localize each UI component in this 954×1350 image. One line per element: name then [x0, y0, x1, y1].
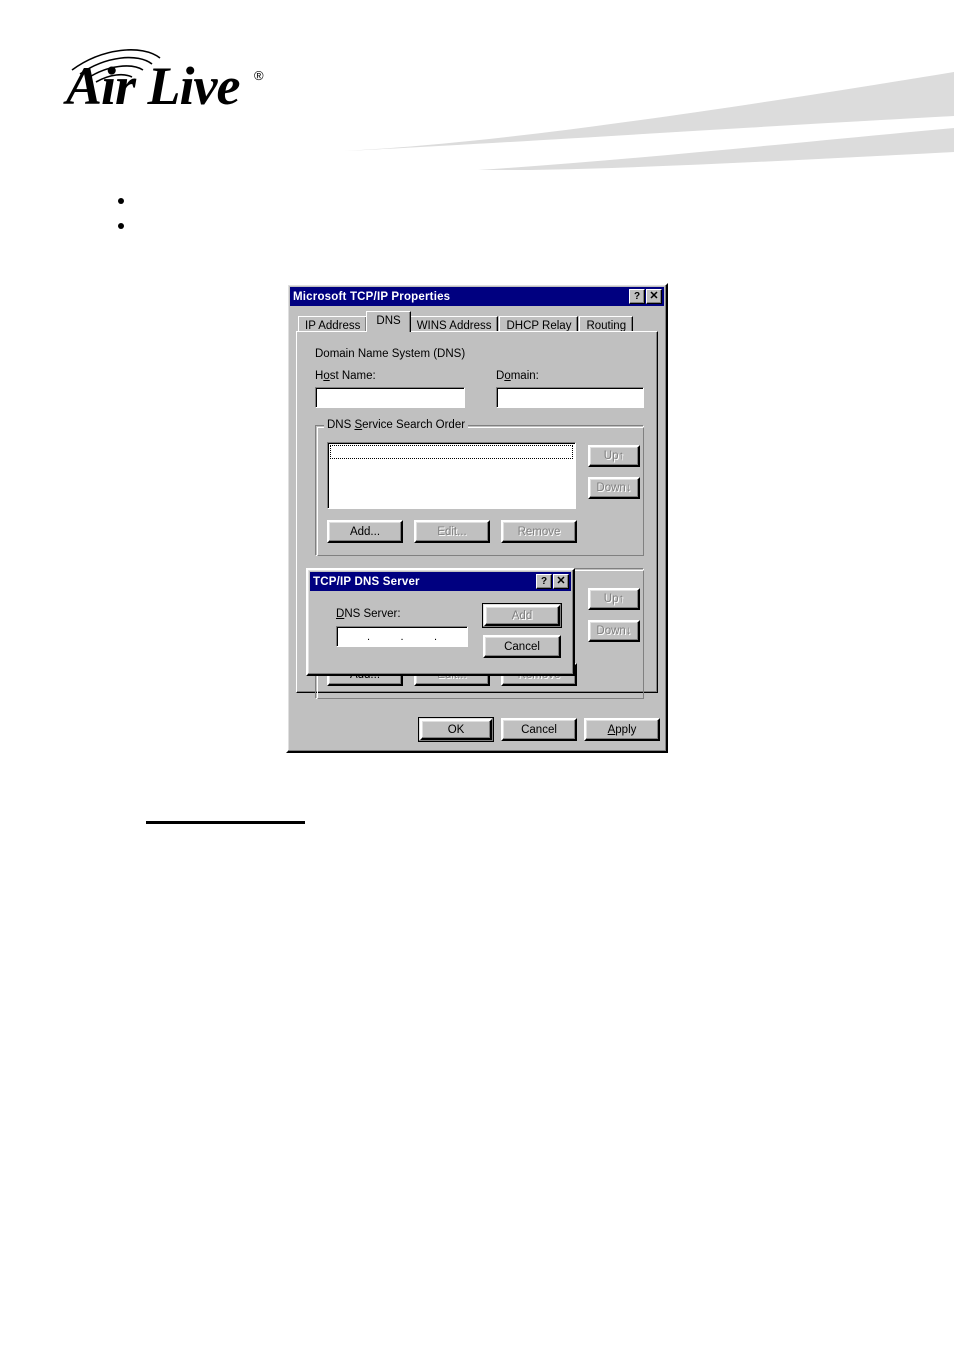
host-name-input[interactable]: [315, 387, 465, 408]
tcpip-dns-server-modal: TCP/IP DNS Server ? ✕ DNS Server: . . . …: [306, 568, 575, 676]
bullet-icon: [118, 222, 124, 229]
add-button-label: Add...: [349, 525, 381, 538]
list-item: [118, 213, 518, 238]
help-icon[interactable]: ?: [629, 289, 645, 304]
search-order-down-button-secondary[interactable]: Down↓: [588, 620, 640, 642]
search-order-edit-button[interactable]: Edit...: [414, 520, 490, 543]
dns-server-ip-input[interactable]: . . .: [336, 626, 468, 647]
section-underline-rule: [146, 821, 305, 824]
svg-text:®: ®: [254, 68, 264, 83]
search-order-add-button[interactable]: Add...: [327, 520, 403, 543]
cancel-button[interactable]: Cancel: [501, 718, 577, 741]
up-button-label: Up↑: [603, 450, 625, 462]
dns-server-label: DNS Server:: [336, 608, 401, 620]
remove-button-label: Remove: [517, 525, 561, 538]
list-item[interactable]: [330, 445, 573, 459]
close-icon[interactable]: ✕: [646, 289, 662, 304]
svg-text:Air Live: Air Live: [63, 56, 239, 114]
apply-button[interactable]: Apply: [584, 718, 660, 741]
tab-label: DHCP Relay: [506, 319, 572, 332]
ok-button-label: OK: [447, 723, 465, 736]
dialog-titlebar: Microsoft TCP/IP Properties ? ✕: [290, 287, 664, 306]
ip-octet-4[interactable]: [438, 627, 468, 646]
modal-cancel-button[interactable]: Cancel: [483, 635, 561, 658]
modal-add-button-label: Add: [511, 609, 533, 622]
help-icon[interactable]: ?: [536, 574, 552, 589]
domain-label: Domain:: [496, 370, 539, 382]
bullet-icon: [118, 197, 124, 204]
ok-button[interactable]: OK: [418, 717, 494, 742]
header-swoosh-graphic: [344, 72, 954, 170]
ip-octet-1[interactable]: [337, 627, 367, 646]
cancel-button-label: Cancel: [521, 723, 557, 736]
tab-dns[interactable]: DNS: [366, 311, 411, 332]
modal-title: TCP/IP DNS Server: [313, 575, 420, 588]
modal-add-button[interactable]: Add: [482, 603, 562, 628]
search-order-up-button-secondary[interactable]: Up↑: [588, 588, 640, 610]
modal-cancel-button-label: Cancel: [504, 640, 540, 653]
section-title: Domain Name System (DNS): [315, 348, 466, 360]
search-order-remove-button[interactable]: Remove: [501, 520, 577, 543]
tab-label: DNS: [376, 315, 401, 327]
apply-button-label: Apply: [607, 723, 637, 736]
edit-button-label: Edit...: [437, 525, 467, 538]
up-button-label: Up↑: [603, 593, 625, 605]
tab-label: Routing: [586, 319, 627, 332]
modal-titlebar: TCP/IP DNS Server ? ✕: [310, 572, 571, 591]
host-name-label: Host Name:: [315, 370, 376, 382]
list-item: [118, 188, 518, 213]
dns-search-order-group-title: DNS Service Search Order: [324, 419, 469, 431]
dns-search-order-listbox[interactable]: [327, 442, 576, 509]
airlive-logo: Air Live ®: [63, 49, 264, 114]
ip-octet-3[interactable]: [404, 627, 434, 646]
ip-octet-2[interactable]: [371, 627, 401, 646]
close-icon[interactable]: ✕: [553, 574, 569, 589]
bullet-list: [118, 188, 518, 238]
tcpip-properties-dialog: Microsoft TCP/IP Properties ? ✕ IP Addre…: [286, 283, 668, 753]
down-button-label: Down↓: [596, 482, 632, 494]
domain-input[interactable]: [496, 387, 644, 408]
tab-strip: IP Address DNS WINS Address DHCP Relay R…: [298, 311, 634, 334]
search-order-down-button[interactable]: Down↓: [588, 477, 640, 499]
tab-label: IP Address: [305, 319, 361, 332]
dialog-title: Microsoft TCP/IP Properties: [293, 290, 451, 303]
page-header: Air Live ®: [0, 0, 954, 175]
search-order-up-button[interactable]: Up↑: [588, 445, 640, 467]
tab-label: WINS Address: [416, 319, 492, 332]
down-button-label: Down↓: [596, 625, 632, 637]
